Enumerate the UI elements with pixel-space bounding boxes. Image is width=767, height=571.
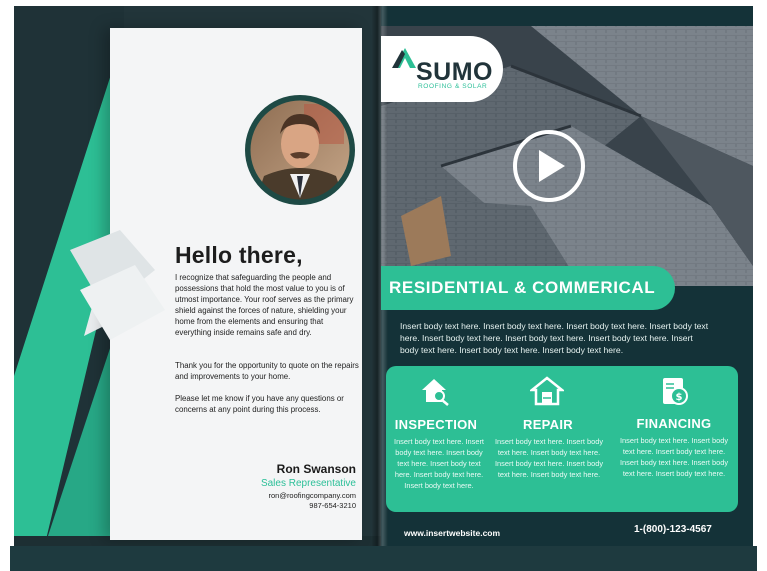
signature-name: Ron Swanson — [276, 462, 356, 476]
residential-banner-title: RESIDENTIAL & COMMERICAL — [389, 278, 656, 297]
residential-body-text: Insert body text here. Insert body text … — [400, 321, 709, 355]
greeting-heading: Hello there, — [175, 242, 303, 268]
service-body-inspection: Insert body text here. Insert body text … — [394, 437, 484, 490]
service-title-financing: FINANCING — [636, 416, 712, 431]
letter-paragraph-3: Please let me know if you have any quest… — [175, 394, 344, 414]
house-magnifier-icon — [422, 379, 449, 406]
paper-fold-decoration — [70, 230, 165, 340]
service-body-repair: Insert body text here. Insert body text … — [494, 437, 604, 479]
letter-paragraph-2: Thank you for the opportunity to quote o… — [175, 361, 359, 381]
service-title-inspection: INSPECTION — [394, 417, 478, 432]
logo-roof-icon — [392, 48, 416, 68]
avatar — [245, 95, 355, 205]
signature-email: ron@roofingcompany.com — [268, 491, 356, 500]
logo-tagline: ROOFING & SOLAR — [418, 83, 488, 90]
service-title-repair: REPAIR — [523, 417, 573, 432]
house-tools-icon — [530, 376, 564, 406]
signature-title: Sales Representative — [260, 478, 356, 489]
signature-phone: 987-654-3210 — [309, 501, 356, 510]
document-dollar-icon: $ — [663, 378, 688, 405]
svg-text:$: $ — [676, 392, 683, 403]
book-base — [10, 546, 757, 571]
website-link[interactable]: www.insertwebsite.com — [404, 528, 500, 538]
phone-number: 1-(800)-123-4567 — [634, 524, 712, 535]
letter-paragraph-1: I recognize that safeguarding the people… — [175, 273, 354, 337]
service-body-financing: Insert body text here. Insert body text … — [619, 436, 729, 478]
